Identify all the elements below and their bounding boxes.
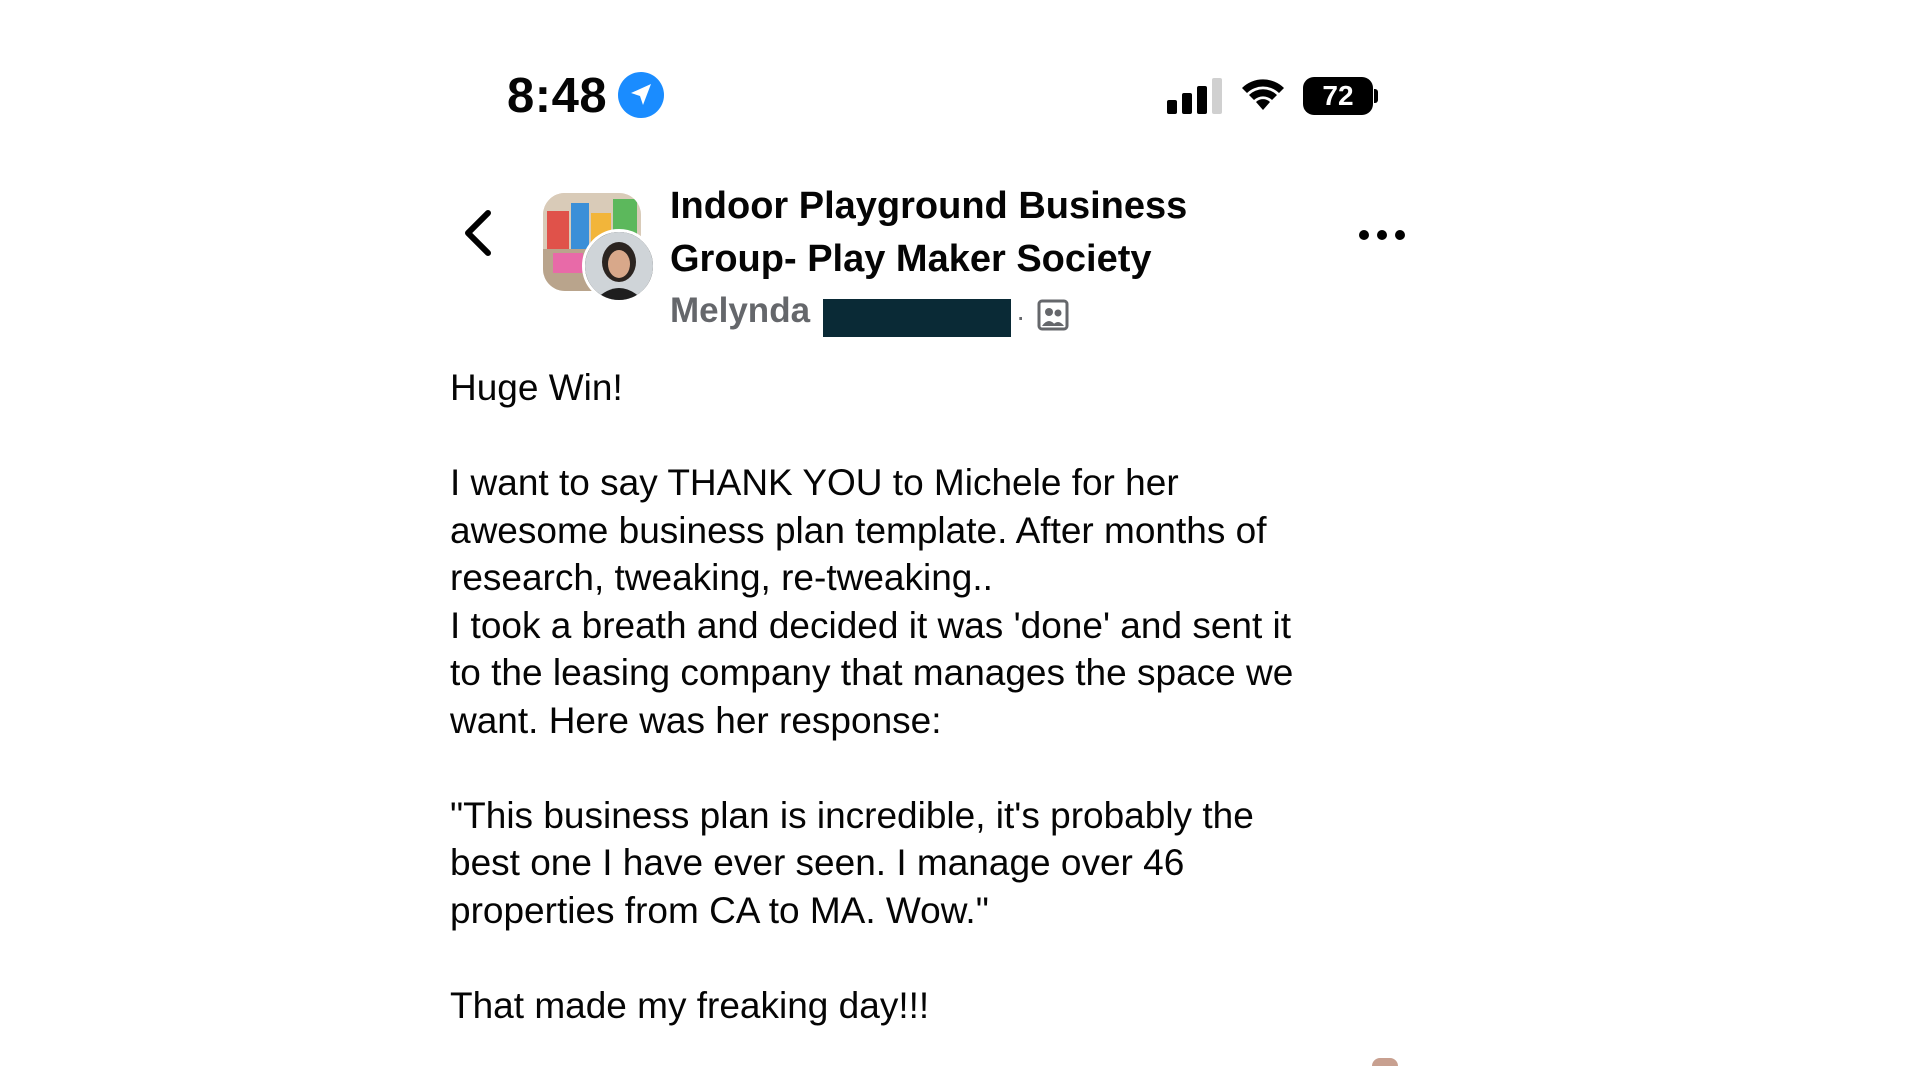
- partial-avatar-peek: [1372, 1058, 1398, 1066]
- battery-indicator: 72: [1303, 77, 1373, 115]
- post-paragraph: That made my freaking day!!!: [450, 984, 930, 1026]
- status-time: 8:48: [507, 69, 608, 123]
- author-name[interactable]: Melynda: [670, 290, 810, 332]
- group-name[interactable]: Indoor Playground Business Group- Play M…: [670, 180, 1230, 286]
- location-arrow-icon: [618, 72, 664, 118]
- person-photo-icon: [585, 232, 653, 300]
- author-avatar[interactable]: [582, 229, 656, 303]
- meta-separator: ·: [1016, 301, 1026, 332]
- cellular-signal-icon: [1167, 78, 1222, 114]
- more-options-icon[interactable]: [1358, 222, 1406, 248]
- post-paragraph: "This business plan is incredible, it's …: [450, 794, 1254, 931]
- redacted-last-name: [823, 299, 1011, 337]
- post-paragraph: I want to say THANK YOU to Michele for h…: [450, 462, 1294, 741]
- post-paragraph: Huge Win!: [450, 367, 623, 408]
- phone-screen: 8:48 72 Indoor Playground Business Group…: [0, 0, 1920, 1080]
- wifi-icon: [1242, 79, 1284, 110]
- back-chevron-icon[interactable]: [458, 205, 498, 261]
- group-audience-icon[interactable]: [1037, 299, 1069, 331]
- post-text: Huge Win! I want to say THANK YOU to Mic…: [450, 364, 1410, 1029]
- battery-tip: [1374, 89, 1378, 103]
